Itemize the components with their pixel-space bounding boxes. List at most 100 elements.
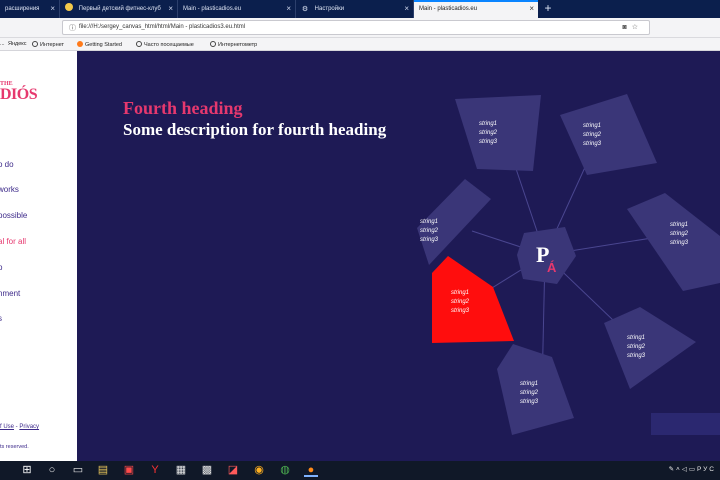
node-line: string1 [627,335,645,341]
close-icon[interactable]: × [529,2,534,16]
url-bar[interactable]: ⓘ file:///H:/sergey_canvas_html/html/Mai… [62,20,650,35]
graph-node-selected[interactable]: string1 string2 string3 [432,256,514,343]
new-tab-button[interactable]: + [538,0,558,18]
sidebar-item-how-it-works[interactable]: works [0,185,19,194]
windows-icon[interactable]: ⊞ [20,463,34,477]
windows-taskbar: ⊞ ○ ▭ ▤ ▣ Y ▦ ▩ ◪ ◉ ◍ ● ✎˄◁▭РУС [0,461,720,480]
graph-node[interactable]: string1 string2 string3 [497,344,574,435]
close-icon[interactable]: × [168,0,173,18]
bookmark-label: Интернетометр [218,42,258,48]
pdf-icon[interactable]: ◪ [226,463,240,477]
node-line: string1 [420,219,438,225]
main-canvas: Fourth heading Some description for four… [77,51,720,461]
node-line: string1 [583,123,601,129]
media-icon[interactable]: ▩ [200,463,214,477]
bookmarks-toolbar: ... Яндекс Интернет Getting Started Част… [0,38,720,51]
node-line: string2 [451,299,470,305]
bookmark-internet[interactable]: Интернет [32,41,64,48]
terms-link[interactable]: f Use [0,424,14,430]
sidebar-item-environment[interactable]: nment [0,289,20,298]
task-view-icon[interactable]: ▭ [71,463,85,477]
node-line: string2 [670,231,689,237]
node-line: string1 [451,290,469,296]
record-icon[interactable]: ◉ [252,463,266,477]
network-icon[interactable]: ▭ [689,466,697,473]
pen-icon[interactable]: ✎ [669,466,676,473]
footer-links: f Use - Privacy [0,424,39,430]
sidebar-item-map[interactable]: p [0,263,2,272]
tab-extensions[interactable]: расширения × [0,0,60,18]
sidebar-item-possible[interactable]: possible [0,211,27,220]
node-line: string3 [451,308,470,314]
graph-node[interactable]: string1 string2 string3 [627,193,720,291]
node-line: string3 [420,237,439,243]
cortana-icon[interactable]: ○ [45,463,59,477]
floating-panel[interactable] [651,413,720,435]
gear-icon: ⚙ [301,6,309,13]
close-icon[interactable]: × [50,0,55,18]
firefox-icon [77,41,83,47]
center-logo-node[interactable]: P Á [517,227,576,284]
chrome-icon[interactable]: ◍ [278,463,292,477]
bookmark-label: Яндекс [8,41,27,47]
sidebar-item-for-all[interactable]: al for all [0,237,26,246]
bookmark-most-visited[interactable]: Часто посещаемые [136,41,194,48]
bookmark-label: Часто посещаемые [144,42,194,48]
bookmark-prefix: ... [0,41,5,47]
graph-node[interactable]: string1 string2 string3 [455,95,541,171]
copyright-text: ts reserved. [0,444,29,450]
node-line: string3 [479,139,498,145]
tab-label: Первый детский фитнес-клуб [78,6,161,12]
gift-icon[interactable]: ▣ [122,463,136,477]
graph-node[interactable]: string1 string2 string3 [417,179,491,265]
privacy-link[interactable]: Privacy [19,424,39,430]
sidebar-item-what-we-do[interactable]: o do [0,160,14,169]
node-line: string3 [520,399,539,405]
bookmark-yandex[interactable]: Яндекс [8,41,27,47]
url-text[interactable]: file:///H:/sergey_canvas_html/html/Main … [79,24,245,30]
volume-icon[interactable]: ◁ [682,466,689,473]
tab-label: Main - plasticadios.eu [183,6,242,12]
node-line: string3 [627,353,646,359]
yandex-icon[interactable]: Y [148,463,162,477]
info-icon[interactable]: ⓘ [69,23,76,33]
close-icon[interactable]: × [404,0,409,18]
tab-label: расширения [5,6,40,12]
pocket-icon[interactable]: ◙ [622,24,631,31]
tab-plasticadios[interactable]: Main - plasticadios.eu × [178,0,296,18]
graph-node[interactable]: string1 string2 string3 [604,307,696,389]
center-logo-letter-a: Á [547,260,557,275]
sidebar: THE DIÓS o do works possible al for all … [0,51,77,461]
explorer-icon[interactable]: ▤ [96,463,110,477]
node-line: string2 [420,228,439,234]
globe-icon [32,41,38,47]
node-line: string2 [583,132,602,138]
node-line: string1 [479,121,497,127]
graph-node[interactable]: string1 string2 string3 [560,94,657,175]
favicon-icon [65,3,73,11]
sidebar-item-contacts[interactable]: s [0,314,2,323]
firefox-icon[interactable]: ● [304,463,318,477]
node-line: string1 [670,222,688,228]
calculator-icon[interactable]: ▦ [174,463,188,477]
browser-tab-bar: расширения × Первый детский фитнес-клуб … [0,0,720,18]
tab-fitness-club[interactable]: Первый детский фитнес-клуб × [60,0,178,18]
close-icon[interactable]: × [286,0,291,18]
node-graph: string1 string2 string3 string1 string2 … [417,94,720,435]
bookmark-star-icon[interactable]: ☆ [632,23,643,31]
tab-plasticadios-active[interactable]: Main - plasticadios.eu × [414,0,538,18]
tab-settings[interactable]: ⚙ Настройки × [296,0,414,18]
node-line: string2 [627,344,646,350]
bookmark-label: Getting Started [85,42,122,48]
tab-label: Настройки [314,6,345,12]
bookmark-label: Интернет [40,42,64,48]
globe-icon [136,41,142,47]
node-line: string2 [520,390,539,396]
node-line: string3 [583,141,602,147]
language-indicator[interactable]: РУС [697,466,716,473]
navigation-toolbar: ⓘ file:///H:/sergey_canvas_html/html/Mai… [0,18,720,38]
bookmark-internetometer[interactable]: Интернетометр [210,41,257,48]
bookmark-getting-started[interactable]: Getting Started [77,41,122,48]
node-line: string2 [479,130,498,136]
tab-label: Main - plasticadios.eu [419,6,478,12]
